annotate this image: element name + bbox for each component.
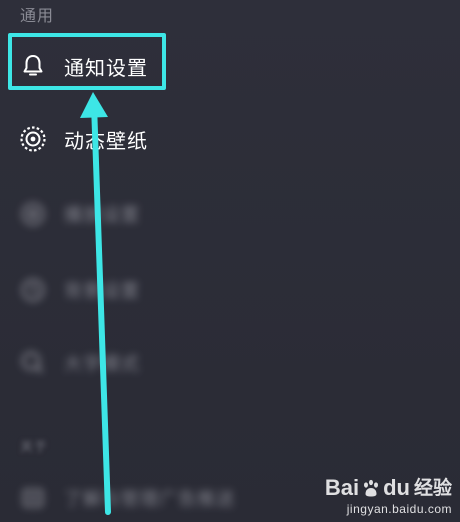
logo-text-jingyan: 经验 [413, 477, 452, 499]
logo-text-right: du [383, 475, 410, 500]
settings-screen: 通用 通知设置 动态壁纸 播放设置 关于 了解与管理广告推送 Bai du 经验… [0, 0, 460, 522]
baidu-jingyan-watermark: Bai du 经验 jingyan.baidu.com [325, 476, 452, 517]
logo-text-left: Bai [324, 475, 360, 500]
baidu-logo: Bai du 经验 [325, 476, 452, 500]
watermark-url: jingyan.baidu.com [346, 502, 452, 516]
annotation-arrow [80, 92, 111, 515]
paw-icon [364, 479, 379, 497]
